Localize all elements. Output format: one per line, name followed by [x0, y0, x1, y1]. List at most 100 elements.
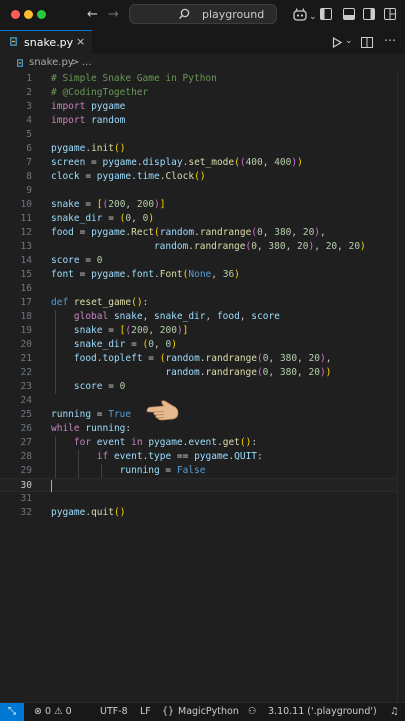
- editor-scrollbar[interactable]: [397, 72, 405, 702]
- code-text: screen = pygame.display.set_mode((400, 4…: [51, 157, 303, 168]
- code-line[interactable]: 6 pygame.init(): [0, 142, 405, 156]
- minimize-window-button[interactable]: [24, 10, 33, 19]
- breadcrumb-file[interactable]: snake.py: [29, 57, 74, 68]
- code-line[interactable]: 19 snake = [(200, 200)]: [0, 324, 405, 338]
- code-line[interactable]: 29 running = False: [0, 464, 405, 478]
- code-text: import random: [51, 115, 126, 126]
- back-arrow-icon[interactable]: ←: [87, 6, 98, 24]
- more-actions-icon[interactable]: ⋯: [384, 33, 396, 47]
- chevron-down-icon[interactable]: ⌄: [309, 8, 317, 26]
- code-text: pygame.init(): [51, 143, 126, 154]
- code-line[interactable]: 16: [0, 282, 405, 296]
- text-cursor: [51, 480, 52, 492]
- code-line[interactable]: 31: [0, 492, 405, 506]
- code-text: global snake, snake_dir, food, score: [73, 311, 280, 322]
- error-icon: ⊗: [34, 706, 42, 717]
- code-line[interactable]: 3 import pygame: [0, 100, 405, 114]
- code-line[interactable]: 26 while running:: [0, 422, 405, 436]
- code-text: # Simple Snake Game in Python: [51, 73, 217, 84]
- tab-snake-py[interactable]: snake.py ×: [0, 30, 92, 54]
- code-line[interactable]: 22 random.randrange(0, 380, 20)): [0, 366, 405, 380]
- line-number: 27: [20, 437, 32, 448]
- code-line[interactable]: 18 global snake, snake_dir, food, score: [0, 310, 405, 324]
- code-line[interactable]: 7 screen = pygame.display.set_mode((400, …: [0, 156, 405, 170]
- problems-indicator[interactable]: ⊗ 0 ⚠ 0: [34, 706, 72, 717]
- line-number: 3: [26, 101, 32, 112]
- code-line[interactable]: 21 food.topleft = (random.randrange(0, 3…: [0, 352, 405, 366]
- code-line[interactable]: 32 pygame.quit(): [0, 506, 405, 520]
- code-line[interactable]: 5: [0, 128, 405, 142]
- split-editor-icon[interactable]: [361, 37, 373, 48]
- copilot-icon[interactable]: [292, 7, 308, 22]
- line-number: 31: [20, 493, 32, 504]
- layout-icon[interactable]: [384, 8, 396, 20]
- code-line[interactable]: 20 snake_dir = (0, 0): [0, 338, 405, 352]
- code-line[interactable]: 9: [0, 184, 405, 198]
- code-line[interactable]: 25 running = True: [0, 408, 405, 422]
- code-line[interactable]: 12 food = pygame.Rect(random.randrange(0,…: [0, 226, 405, 240]
- code-line[interactable]: 14 score = 0: [0, 254, 405, 268]
- braces-icon: {}: [162, 706, 175, 717]
- toggle-panel-icon[interactable]: [343, 8, 355, 20]
- code-line[interactable]: 8 clock = pygame.time.Clock(): [0, 170, 405, 184]
- eol-indicator[interactable]: LF: [140, 706, 151, 717]
- code-line[interactable]: 24: [0, 394, 405, 408]
- forward-arrow-icon[interactable]: →: [108, 6, 119, 24]
- code-line[interactable]: 13 random.randrange(0, 380, 20), 20, 20): [0, 240, 405, 254]
- code-line[interactable]: 23 score = 0: [0, 380, 405, 394]
- code-text: pygame.quit(): [51, 507, 126, 518]
- command-center-search[interactable]: playground: [129, 4, 277, 24]
- code-line[interactable]: 4 import random: [0, 114, 405, 128]
- breadcrumb-symbols[interactable]: ...: [82, 57, 92, 68]
- code-line[interactable]: 27 for event in pygame.event.get():: [0, 436, 405, 450]
- breadcrumb: snake.py > ...: [0, 54, 405, 72]
- code-line[interactable]: 17 def reset_game():: [0, 296, 405, 310]
- close-window-button[interactable]: [11, 10, 20, 19]
- code-line[interactable]: 30: [0, 478, 405, 492]
- code-text: snake = [(200, 200)]: [73, 325, 189, 336]
- line-number: 8: [26, 171, 32, 182]
- interpreter-indicator[interactable]: 3.10.11 ('.playground'): [268, 706, 377, 717]
- code-text: import pygame: [51, 101, 126, 112]
- line-number: 28: [20, 451, 32, 462]
- line-number: 23: [20, 381, 32, 392]
- line-number: 4: [26, 115, 32, 126]
- line-number: 6: [26, 143, 32, 154]
- line-number: 11: [20, 213, 32, 224]
- code-text: score = 0: [51, 255, 103, 266]
- code-line[interactable]: 1 # Simple Snake Game in Python: [0, 72, 405, 86]
- code-line[interactable]: 28 if event.type == pygame.QUIT:: [0, 450, 405, 464]
- python-file-icon: [17, 59, 23, 67]
- close-icon[interactable]: ×: [76, 35, 85, 48]
- line-number: 24: [20, 395, 32, 406]
- language-mode[interactable]: MagicPython: [178, 706, 239, 717]
- code-line[interactable]: 10 snake = [(200, 200)]: [0, 198, 405, 212]
- line-number: 26: [20, 423, 32, 434]
- warning-count: 0: [65, 706, 72, 717]
- line-number: 15: [20, 269, 32, 280]
- code-editor[interactable]: 1 # Simple Snake Game in Python 2 # @Coding…: [0, 72, 405, 702]
- remote-icon[interactable]: ⤡: [0, 703, 24, 721]
- code-text: food = pygame.Rect(random.randrange(0, 3…: [51, 227, 326, 238]
- line-number: 32: [20, 507, 32, 518]
- line-number: 29: [20, 465, 32, 476]
- toggle-secondary-sidebar-icon[interactable]: [363, 8, 375, 20]
- run-icon[interactable]: [332, 37, 342, 48]
- line-number: 19: [20, 325, 32, 336]
- run-options-chevron-icon[interactable]: ⌄: [345, 36, 353, 46]
- encoding-indicator[interactable]: UTF-8: [100, 706, 128, 717]
- code-text: for event in pygame.event.get():: [73, 437, 258, 448]
- code-line[interactable]: 15 font = pygame.font.Font(None, 36): [0, 268, 405, 282]
- notifications-icon[interactable]: ♫: [390, 706, 399, 717]
- pointing-hand-emoji: [146, 400, 179, 421]
- code-text: font = pygame.font.Font(None, 36): [51, 269, 240, 280]
- code-text: # @CodingTogether: [51, 87, 149, 98]
- code-text: snake = [(200, 200)]: [51, 199, 166, 210]
- zoom-window-button[interactable]: [37, 10, 46, 19]
- code-line[interactable]: 2 # @CodingTogether: [0, 86, 405, 100]
- code-text: while running:: [51, 423, 132, 434]
- line-number: 9: [26, 185, 32, 196]
- code-text: clock = pygame.time.Clock(): [51, 171, 206, 182]
- toggle-sidebar-icon[interactable]: [320, 8, 332, 20]
- code-line[interactable]: 11 snake_dir = (0, 0): [0, 212, 405, 226]
